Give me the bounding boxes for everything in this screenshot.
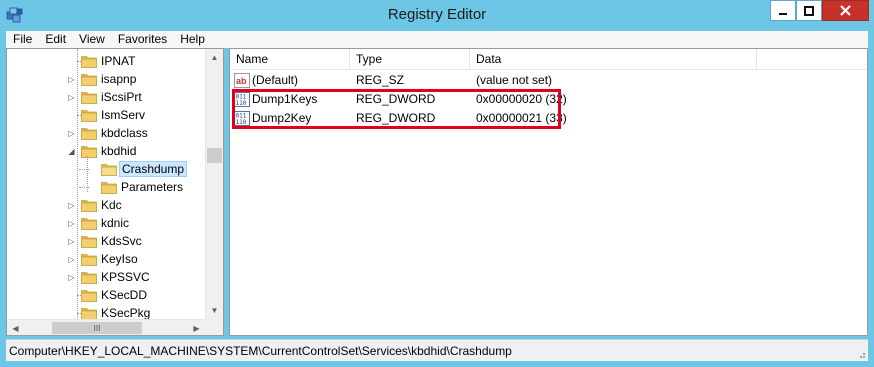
- tree-item[interactable]: ▷ KPSSVC: [7, 268, 207, 286]
- tree-item[interactable]: IPNAT: [7, 52, 207, 70]
- tree-item[interactable]: KSecDD: [7, 286, 207, 304]
- open-folder-icon: [101, 163, 117, 176]
- value-type: REG_SZ: [356, 73, 405, 87]
- menu-favorites[interactable]: Favorites: [111, 31, 173, 48]
- tree-item[interactable]: ▷ kdnic: [7, 214, 207, 232]
- scroll-down-arrow-icon[interactable]: ▼: [206, 302, 223, 319]
- status-bar: Computer\HKEY_LOCAL_MACHINE\SYSTEM\Curre…: [6, 339, 868, 361]
- scrollbar-corner: [205, 319, 223, 335]
- expand-arrow-icon[interactable]: ▷: [67, 273, 76, 282]
- collapse-arrow-icon[interactable]: ◢: [67, 147, 76, 156]
- tree-item[interactable]: Parameters: [7, 178, 207, 196]
- tree-item-label: IsmServ: [101, 108, 146, 122]
- title-bar[interactable]: Registry Editor: [0, 0, 874, 31]
- resize-grip-icon[interactable]: [856, 349, 866, 359]
- close-button[interactable]: [822, 0, 869, 21]
- folder-icon: [81, 217, 97, 230]
- tree-item-label: KdsSvc: [101, 234, 142, 248]
- status-key-path: Computer\HKEY_LOCAL_MACHINE\SYSTEM\Curre…: [9, 344, 512, 358]
- tree-item[interactable]: ▷ KdsSvc: [7, 232, 207, 250]
- maximize-button[interactable]: [796, 0, 822, 21]
- column-header-type[interactable]: Type: [350, 49, 470, 70]
- tree-item-label: KSecDD: [101, 288, 148, 302]
- registry-editor-window: Registry Editor File Edit View Favorites…: [0, 0, 874, 367]
- tree-item[interactable]: ▷ KeyIso: [7, 250, 207, 268]
- expand-arrow-icon[interactable]: ▷: [67, 129, 76, 138]
- expand-arrow-icon[interactable]: ▷: [67, 255, 76, 264]
- tree-item-label: kbdclass: [101, 126, 148, 140]
- tree-item-label: Kdc: [101, 198, 122, 212]
- folder-icon: [81, 109, 97, 122]
- column-header-data[interactable]: Data: [470, 49, 757, 70]
- expand-arrow-icon[interactable]: ▷: [67, 93, 76, 102]
- scroll-left-arrow-icon[interactable]: ◀: [7, 320, 24, 335]
- string-value-icon: ab: [234, 73, 250, 88]
- tree-item-label: KSecPkg: [101, 306, 151, 320]
- tree-item[interactable]: Crashdump: [7, 160, 207, 178]
- folder-icon: [81, 235, 97, 248]
- tree-item-label: kbdhid: [101, 144, 137, 158]
- folder-icon: [81, 289, 97, 302]
- tree-item-label: Parameters: [121, 180, 184, 194]
- tree-item-label: iScsiPrt: [101, 90, 142, 104]
- tree-item-label: Crashdump: [119, 161, 188, 177]
- value-data: (value not set): [476, 73, 553, 87]
- tree-item-label: isapnp: [101, 72, 137, 86]
- menu-help[interactable]: Help: [173, 31, 211, 48]
- expand-arrow-icon[interactable]: ▷: [67, 201, 76, 210]
- menu-bar: File Edit View Favorites Help: [6, 31, 868, 48]
- value-name: (Default): [252, 73, 299, 87]
- svg-text:ab: ab: [236, 76, 247, 86]
- folder-icon: [81, 55, 97, 68]
- folder-icon: [81, 145, 97, 158]
- tree-item-label: IPNAT: [101, 54, 136, 68]
- tree-item[interactable]: ▷ isapnp: [7, 70, 207, 88]
- column-header-name[interactable]: Name: [230, 49, 350, 70]
- annotation-highlight-box: [232, 89, 561, 129]
- values-list-pane[interactable]: Name Type Data ab (Default) REG_SZ (value n…: [229, 48, 868, 336]
- tree-item[interactable]: ▷ iScsiPrt: [7, 88, 207, 106]
- folder-icon: [81, 73, 97, 86]
- folder-icon: [81, 127, 97, 140]
- menu-edit[interactable]: Edit: [38, 31, 72, 48]
- expand-arrow-icon[interactable]: ▷: [67, 237, 76, 246]
- expand-arrow-icon[interactable]: ▷: [67, 219, 76, 228]
- minimize-icon: [779, 12, 787, 15]
- maximize-icon: [804, 5, 814, 16]
- key-tree-pane[interactable]: IPNAT ▷ isapnp ▷ iScsiPrt IsmServ ▷ kbdclass ◢ kb…: [6, 48, 224, 336]
- tree-item-label: KPSSVC: [101, 270, 150, 284]
- scroll-right-arrow-icon[interactable]: ▶: [188, 320, 205, 335]
- tree-item[interactable]: ▷ Kdc: [7, 196, 207, 214]
- column-header-filler: [757, 49, 867, 70]
- folder-icon: [81, 199, 97, 212]
- window-title: Registry Editor: [387, 6, 487, 23]
- tree-item-label: KeyIso: [101, 252, 138, 266]
- tree-item[interactable]: ◢ kbdhid: [7, 142, 207, 160]
- value-row[interactable]: ab (Default) REG_SZ (value not set): [230, 71, 867, 90]
- menu-file[interactable]: File: [6, 31, 38, 48]
- close-icon: [840, 5, 851, 16]
- tree-vertical-scrollbar[interactable]: ▲ ▼: [205, 49, 223, 319]
- folder-icon: [101, 181, 117, 194]
- tree-item[interactable]: IsmServ: [7, 106, 207, 124]
- minimize-button[interactable]: [770, 0, 796, 21]
- tree-item[interactable]: ▷ kbdclass: [7, 124, 207, 142]
- tree-horizontal-scrollbar[interactable]: ◀ III ▶: [7, 319, 205, 335]
- tree-child-guide-line: [87, 156, 88, 192]
- tree-hscroll-thumb[interactable]: III: [52, 322, 142, 334]
- menu-view[interactable]: View: [72, 31, 111, 48]
- expand-arrow-icon[interactable]: ▷: [67, 75, 76, 84]
- scroll-up-arrow-icon[interactable]: ▲: [206, 49, 223, 66]
- folder-icon: [81, 253, 97, 266]
- tree-item-label: kdnic: [101, 216, 130, 230]
- folder-icon: [81, 271, 97, 284]
- folder-icon: [81, 91, 97, 104]
- tree-vscroll-thumb[interactable]: [207, 148, 222, 163]
